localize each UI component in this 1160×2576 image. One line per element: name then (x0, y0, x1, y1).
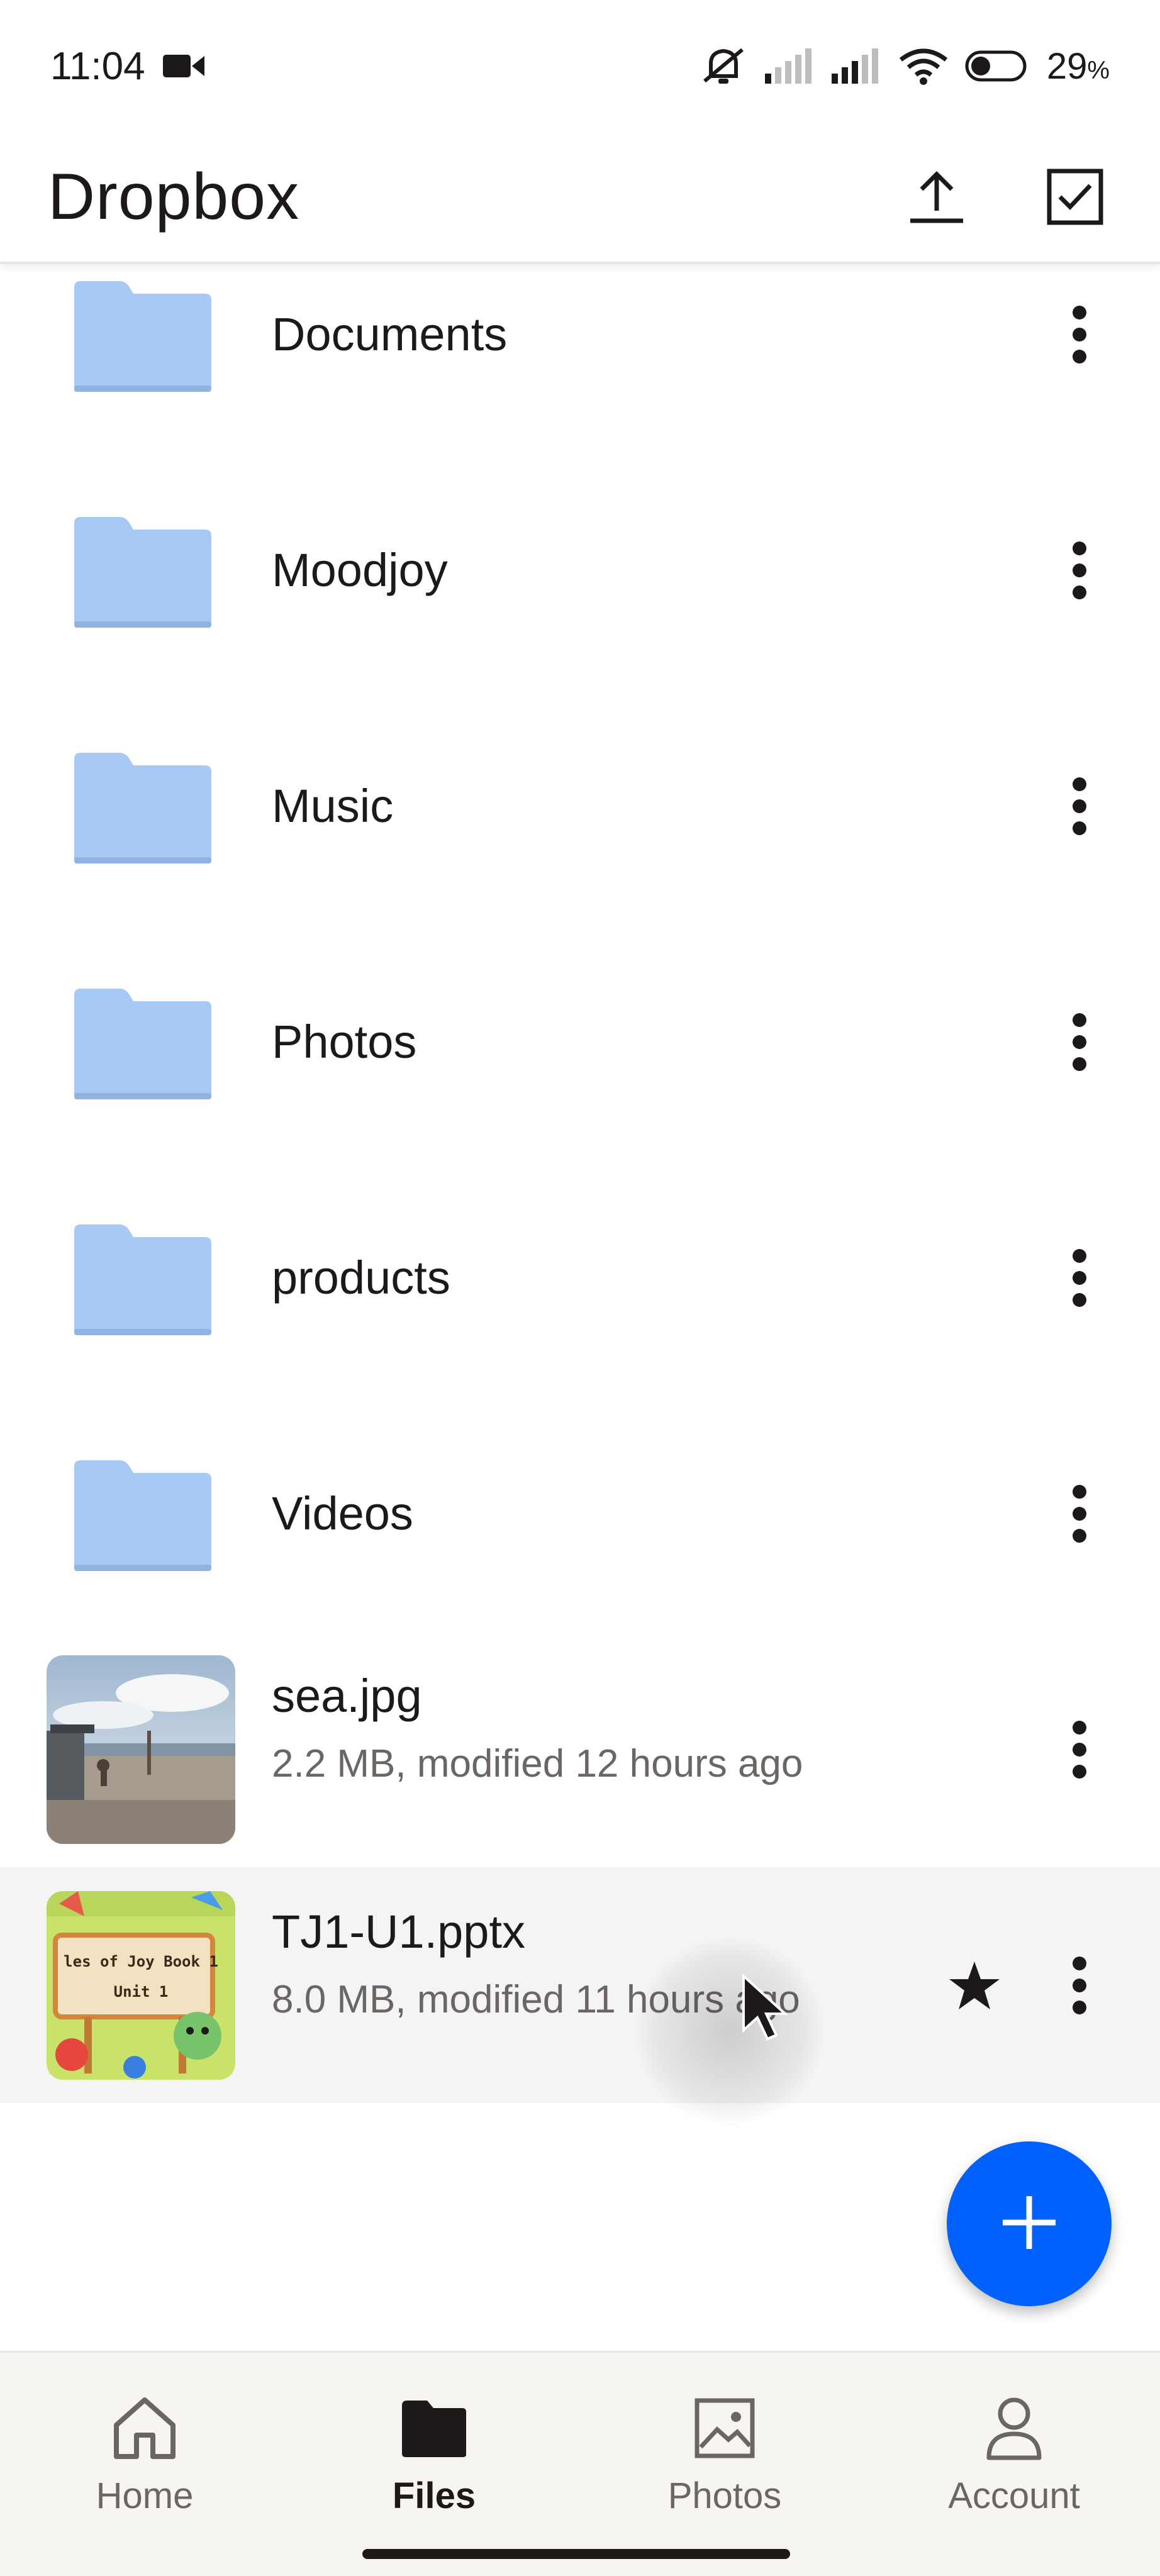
list-item[interactable]: Documents (0, 267, 1160, 452)
nav-item-home[interactable]: Home (50, 2390, 239, 2535)
row-text: sea.jpg 2.2 MB, modified 12 hours ago (272, 1669, 803, 1786)
file-meta: 2.2 MB, modified 12 hours ago (272, 1742, 803, 1785)
app-bar-actions (902, 162, 1110, 231)
row-text: Photos (272, 1015, 416, 1069)
list-item[interactable]: Music (0, 688, 1160, 924)
home-icon (107, 2390, 182, 2466)
battery-percent-unit: % (1087, 56, 1110, 84)
nav-label: Account (948, 2475, 1080, 2516)
more-options-icon[interactable] (1054, 284, 1105, 385)
row-text: TJ1-U1.pptx 8.0 MB, modified 11 hours ag… (272, 1905, 800, 2022)
star-icon[interactable] (940, 1951, 1009, 2020)
row-text: Moodjoy (272, 543, 448, 597)
list-item[interactable]: Videos (0, 1396, 1160, 1631)
file-name: TJ1-U1.pptx (272, 1906, 526, 1958)
more-options-icon[interactable] (1054, 756, 1105, 857)
more-options-icon[interactable] (1054, 1699, 1105, 1800)
home-indicator[interactable] (362, 2549, 790, 2559)
status-time: 11:04 (50, 44, 145, 88)
folder-name: Moodjoy (272, 544, 448, 596)
folder-icon (70, 712, 215, 901)
list-item[interactable]: Photos (0, 924, 1160, 1160)
mouse-cursor-icon (741, 1973, 791, 2043)
battery-percent-value: 29 (1046, 45, 1088, 87)
nav-label: Home (96, 2475, 194, 2516)
list-item[interactable]: sea.jpg 2.2 MB, modified 12 hours ago (0, 1631, 1160, 1867)
nav-label: Files (392, 2475, 476, 2516)
file-list: Documents Moodjoy Music Photos products … (0, 267, 1160, 2342)
more-options-icon[interactable] (1054, 1463, 1105, 1564)
battery-icon (965, 50, 1030, 82)
file-meta: 8.0 MB, modified 11 hours ago (272, 1978, 800, 2021)
folder-name: products (272, 1252, 450, 1304)
image-thumbnail (47, 1655, 235, 1844)
row-text: Documents (272, 308, 507, 361)
row-text: Music (272, 779, 393, 833)
select-checkbox-icon[interactable] (1040, 162, 1110, 231)
list-item[interactable]: products (0, 1160, 1160, 1396)
status-bar: 11:04 29% (0, 0, 1160, 132)
list-item[interactable]: Moodjoy (0, 452, 1160, 688)
row-text: Videos (272, 1487, 413, 1540)
nav-item-account[interactable]: Account (920, 2390, 1108, 2535)
folder-icon (70, 476, 215, 665)
folder-icon (70, 948, 215, 1136)
folder-icon (70, 1419, 215, 1608)
bottom-nav: Home Files Photos Account (0, 2351, 1160, 2576)
status-right: 29% (698, 45, 1110, 87)
row-text: products (272, 1251, 450, 1304)
more-options-icon[interactable] (1054, 1935, 1105, 2036)
app-bar: Dropbox (0, 132, 1160, 264)
thumbnail-caption-line1: les of Joy Book 1 (64, 1952, 218, 1970)
more-options-icon[interactable] (1054, 1228, 1105, 1328)
signal-icon (831, 48, 882, 84)
signal-icon (764, 48, 815, 84)
add-button[interactable] (947, 2141, 1112, 2306)
folder-icon (396, 2390, 472, 2466)
battery-percent: 29% (1047, 45, 1110, 87)
page-title: Dropbox (48, 160, 300, 233)
status-left: 11:04 (50, 44, 204, 89)
person-icon (976, 2390, 1052, 2466)
folder-name: Music (272, 780, 394, 832)
folder-icon (70, 267, 215, 429)
folder-name: Documents (272, 308, 508, 360)
more-options-icon[interactable] (1054, 520, 1105, 621)
image-icon (687, 2390, 762, 2466)
folder-icon (70, 1184, 215, 1372)
presentation-thumbnail: les of Joy Book 1 Unit 1 (47, 1890, 235, 2080)
wifi-icon (898, 47, 949, 85)
nav-label: Photos (667, 2475, 782, 2516)
file-name: sea.jpg (272, 1670, 422, 1722)
nav-item-files[interactable]: Files (340, 2390, 528, 2535)
folder-name: Photos (272, 1016, 417, 1068)
list-item[interactable]: les of Joy Book 1 Unit 1 TJ1-U1.pptx 8.0… (0, 1867, 1160, 2103)
thumbnail-caption-line2: Unit 1 (113, 1982, 169, 2001)
mute-icon (698, 46, 749, 86)
nav-item-photos[interactable]: Photos (630, 2390, 819, 2535)
upload-icon[interactable] (902, 162, 971, 231)
folder-name: Videos (272, 1487, 413, 1540)
plus-icon (998, 2191, 1061, 2257)
more-options-icon[interactable] (1054, 992, 1105, 1092)
video-camera-icon (162, 51, 204, 81)
